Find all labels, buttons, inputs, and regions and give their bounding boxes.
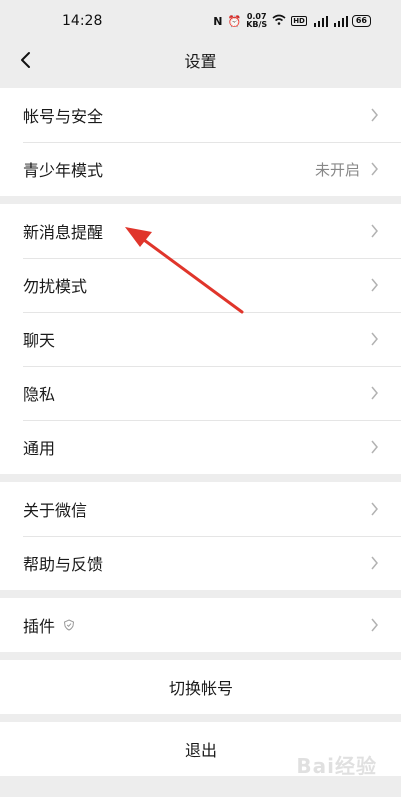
shield-icon [63, 619, 75, 631]
row-label: 插件 [23, 613, 370, 637]
hd-icon: HD [291, 16, 307, 26]
plugins-row[interactable]: 插件 [0, 598, 401, 652]
battery-icon: 66 [351, 15, 371, 27]
page-title: 设置 [184, 52, 217, 71]
row-label: 勿扰模式 [23, 277, 88, 296]
watermark-logo: Bai经验 [296, 754, 377, 778]
status-time: 14:28 [62, 13, 103, 29]
switch-account-group: 切换帐号 [0, 660, 401, 714]
wifi-icon [272, 14, 286, 28]
status-bar: 14:28 N ⏰ 0.07 KB/S HD 66 [0, 0, 401, 42]
chevron-right-icon [371, 162, 378, 176]
row-label: 帮助与反馈 [23, 555, 104, 574]
general-row[interactable]: 通用 [0, 420, 401, 474]
row-label: 通用 [23, 439, 56, 458]
signal-2-icon [332, 15, 348, 27]
chevron-right-icon [371, 332, 378, 346]
nfc-icon: N [213, 14, 223, 28]
nav-bar: 设置 [0, 42, 401, 78]
chevron-right-icon [371, 440, 378, 454]
chevron-right-icon [371, 278, 378, 292]
account-security-row[interactable]: 帐号与安全 [0, 88, 401, 142]
chevron-right-icon [371, 108, 378, 122]
chevron-right-icon [371, 386, 378, 400]
privacy-row[interactable]: 隐私 [0, 366, 401, 420]
chevron-right-icon [371, 224, 378, 238]
do-not-disturb-row[interactable]: 勿扰模式 [0, 258, 401, 312]
chat-row[interactable]: 聊天 [0, 312, 401, 366]
help-feedback-row[interactable]: 帮助与反馈 [0, 536, 401, 590]
chevron-right-icon [371, 618, 378, 632]
teen-mode-row[interactable]: 青少年模式 未开启 [0, 142, 401, 196]
back-arrow-icon[interactable] [16, 49, 38, 71]
chevron-right-icon [371, 556, 378, 570]
settings-group-general: 新消息提醒 勿扰模式 聊天 隐私 通用 [0, 204, 401, 474]
row-label: 青少年模式 [23, 161, 104, 180]
row-label: 聊天 [23, 331, 56, 350]
row-label: 帐号与安全 [23, 107, 104, 126]
row-label: 隐私 [23, 385, 56, 404]
new-message-notification-row[interactable]: 新消息提醒 [0, 204, 401, 258]
network-speed: 0.07 KB/S [246, 12, 268, 29]
settings-group-account: 帐号与安全 青少年模式 未开启 [0, 88, 401, 196]
chevron-right-icon [371, 502, 378, 516]
about-wechat-row[interactable]: 关于微信 [0, 482, 401, 536]
row-value: 未开启 [314, 160, 360, 179]
row-label: 新消息提醒 [23, 223, 104, 242]
alarm-icon: ⏰ [227, 14, 242, 28]
row-label: 关于微信 [23, 501, 88, 520]
settings-group-about: 关于微信 帮助与反馈 [0, 482, 401, 590]
settings-group-plugins: 插件 [0, 598, 401, 652]
switch-account-button[interactable]: 切换帐号 [0, 660, 401, 714]
signal-1-icon [312, 15, 328, 27]
status-icons: N ⏰ 0.07 KB/S HD 66 [213, 13, 371, 29]
